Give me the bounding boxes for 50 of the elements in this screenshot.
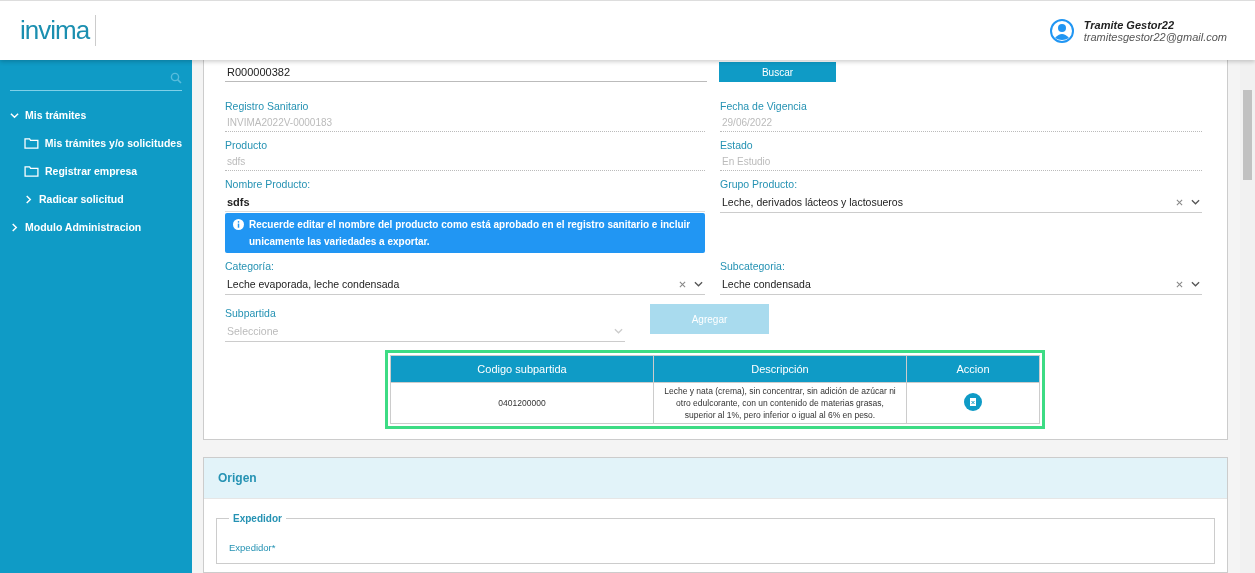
chevron-icon xyxy=(1191,281,1200,287)
folder-icon xyxy=(24,137,39,149)
user-email: tramitesgestor22@gmail.com xyxy=(1083,30,1227,43)
chevron-icon xyxy=(10,110,19,120)
chevron-icon xyxy=(694,281,703,287)
sidebar-item[interactable]: Mis trámites y/o solicitudes xyxy=(24,129,182,157)
sidebar-item[interactable]: Radicar solicitud xyxy=(24,185,182,213)
chevron-icon xyxy=(10,222,19,232)
field-label: Expedidor* xyxy=(229,542,277,553)
user-avatar-icon[interactable] xyxy=(1049,18,1074,43)
column-header: Accion xyxy=(906,355,1040,383)
field-label: Subpartida xyxy=(225,307,277,319)
clear-icon[interactable] xyxy=(1176,280,1183,288)
search-field[interactable]: R000000382 xyxy=(225,63,707,82)
table-cell: Leche y nata (crema), sin concentrar, sin adición de azúcar ni otro edulcorante, con un contenido de materias grasas, superior al 1%, pero inferior o igual al 6% en peso. xyxy=(653,382,907,424)
select-field[interactable]: Leche evaporada, leche condensada xyxy=(225,276,705,295)
folder-icon xyxy=(24,165,39,177)
readonly-value: sdfs xyxy=(225,155,705,171)
chevron-icon xyxy=(24,194,33,204)
clear-icon[interactable] xyxy=(679,280,686,288)
select-field[interactable]: Leche, derivados lácteos y lactosueros xyxy=(720,194,1202,213)
sidebar-item[interactable]: Registrar empresa xyxy=(24,157,182,185)
info-icon xyxy=(233,219,244,230)
field-label: Registro Sanitario xyxy=(225,100,310,112)
column-header: Descripción xyxy=(653,355,907,383)
delete-icon[interactable] xyxy=(964,392,982,411)
field-label: Nombre Producto: xyxy=(225,178,312,190)
field-label: Grupo Producto: xyxy=(720,178,799,190)
clear-icon[interactable] xyxy=(1176,198,1183,206)
readonly-value: 29/06/2022 xyxy=(720,116,1202,132)
field-label: Estado xyxy=(720,139,754,151)
field-label: Fecha de Vigencia xyxy=(720,100,808,112)
field-label: Categoría: xyxy=(225,260,276,272)
field-label: Producto xyxy=(225,139,269,151)
field-label: Subcategoria: xyxy=(720,260,786,272)
info-note: Recuerde editar el nombre del producto como está aprobado en el registro sanitario e incluir unicamente las variedades a exportar. xyxy=(225,213,705,253)
search-button[interactable]: Buscar xyxy=(719,62,836,82)
column-header: Codigo subpartida xyxy=(390,355,654,383)
section-title: Origen xyxy=(204,458,1227,499)
sidebar-item[interactable]: Mis trámites xyxy=(10,101,182,129)
logo: invima xyxy=(20,15,97,46)
chevron-icon xyxy=(1191,199,1200,205)
user-name: Tramite Gestor22 xyxy=(1083,18,1176,31)
chevron-icon xyxy=(614,328,623,334)
readonly-value: INVIMA2022V-0000183 xyxy=(225,116,705,132)
fieldset-legend: Expedidor xyxy=(229,513,286,524)
table-cell: 0401200000 xyxy=(390,382,654,424)
sidebar-item[interactable]: Modulo Administracion xyxy=(10,213,182,241)
readonly-value: En Estudio xyxy=(720,155,1202,171)
select-field[interactable]: Leche condensada xyxy=(720,276,1202,295)
